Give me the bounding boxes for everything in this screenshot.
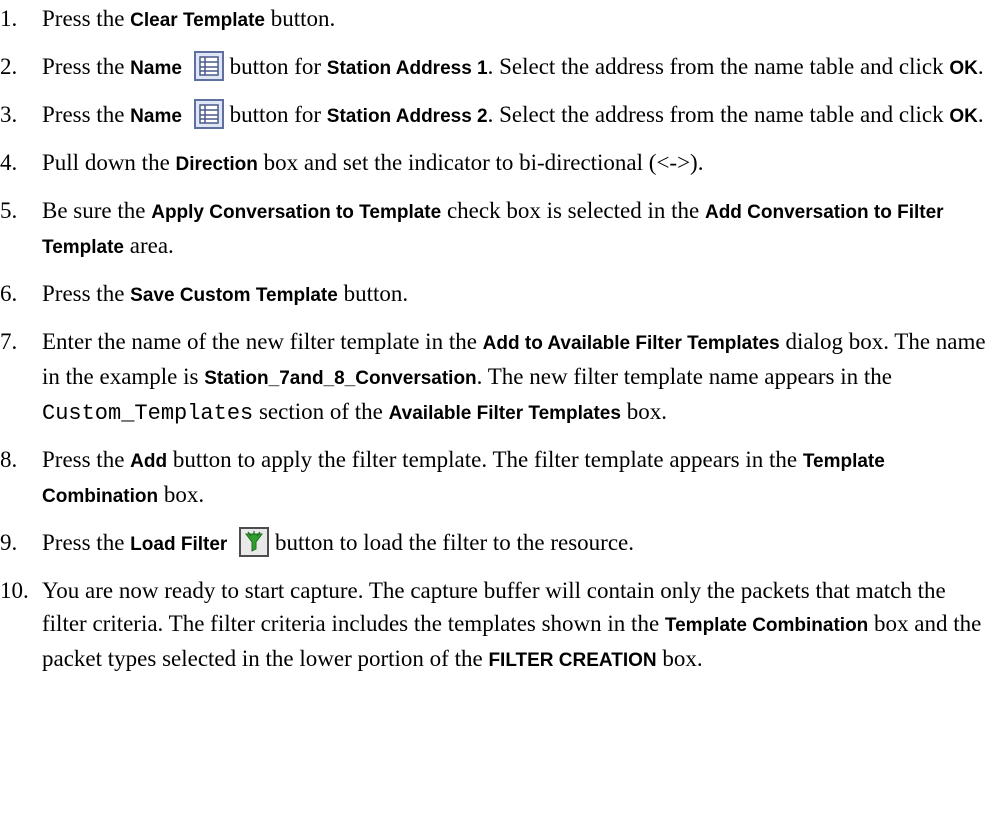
step-text: box and set the indicator to bi-directio… [257, 150, 704, 175]
ui-term-station-address-2: Station Address 2 [326, 106, 488, 127]
step-text: button for [229, 102, 327, 127]
ui-term-available-filter-templates: Available Filter Templates [388, 403, 621, 424]
step-text: section of the [253, 399, 389, 424]
step-text: button. [264, 6, 336, 31]
step-number: 10. [0, 578, 29, 603]
step-text: . Select the address from the name table… [487, 54, 950, 79]
code-custom-templates: Custom_Templates [42, 401, 254, 426]
ui-term-filter-creation: FILTER CREATION [488, 650, 657, 671]
ui-term-clear-template: Clear Template [130, 10, 265, 31]
ui-term-template-combination: Template Combination [664, 615, 869, 636]
step-text: box. [158, 482, 205, 507]
ui-term-name: Name [130, 58, 182, 79]
load-filter-funnel-icon [239, 527, 270, 557]
step-number: 2. [0, 54, 18, 79]
step-9: 9. Press the Load Filter button to load t… [0, 526, 996, 561]
ui-term-add: Add [130, 451, 168, 472]
step-text: Press the [42, 530, 131, 555]
step-text: . Select the address from the name table… [487, 102, 950, 127]
name-table-icon [193, 99, 224, 129]
step-text: . [977, 54, 984, 79]
step-text: box. [656, 646, 703, 671]
step-text: button to load the filter to the resourc… [275, 530, 634, 555]
step-text: button to apply the filter template. The… [167, 447, 803, 472]
step-number: 5. [0, 198, 18, 223]
step-text: Press the [42, 6, 131, 31]
ui-term-apply-conversation: Apply Conversation to Template [151, 202, 442, 223]
step-6: 6. Press the Save Custom Template button. [0, 277, 996, 312]
step-text: area. [124, 233, 174, 258]
step-number: 8. [0, 447, 18, 472]
step-10: 10. You are now ready to start capture. T… [0, 574, 996, 677]
step-text: check box is selected in the [441, 198, 705, 223]
step-number: 4. [0, 150, 18, 175]
step-text: Press the [42, 102, 131, 127]
step-1: 1. Press the Clear Template button. [0, 2, 996, 37]
step-4: 4. Pull down the Direction box and set th… [0, 146, 996, 181]
step-text: . [977, 102, 984, 127]
step-text: Press the [42, 54, 131, 79]
step-2: 2. Press the Name button for Station Addr… [0, 50, 996, 85]
ui-term-station-address-1: Station Address 1 [326, 58, 488, 79]
step-number: 6. [0, 281, 18, 306]
ui-term-ok: OK [949, 106, 978, 127]
ui-term-load-filter: Load Filter [130, 534, 228, 555]
step-number: 9. [0, 530, 18, 555]
ui-term-name: Name [130, 106, 182, 127]
instruction-steps-list: 1. Press the Clear Template button. 2. Pre… [0, 2, 996, 690]
ui-term-ok: OK [949, 58, 978, 79]
step-text: Pull down the [42, 150, 176, 175]
step-text: Press the [42, 447, 131, 472]
step-text: . The new filter template name appears i… [476, 364, 892, 389]
ui-term-save-custom-template: Save Custom Template [130, 285, 338, 306]
step-3: 3. Press the Name button for Station Addr… [0, 98, 996, 133]
step-text: Enter the name of the new filter templat… [42, 329, 483, 354]
step-text: Press the [42, 281, 131, 306]
step-text: button. [337, 281, 409, 306]
step-8: 8. Press the Add button to apply the filt… [0, 443, 996, 513]
step-text: box. [620, 399, 667, 424]
ui-term-example-name: Station_7and_8_Conversation [204, 368, 477, 389]
ui-term-direction: Direction [175, 154, 258, 175]
step-text: button for [229, 54, 327, 79]
step-number: 7. [0, 329, 18, 354]
name-table-icon [193, 51, 224, 81]
ui-term-add-to-available: Add to Available Filter Templates [482, 333, 780, 354]
document-page: 1. Press the Clear Template button. 2. Pre… [0, 0, 996, 836]
step-number: 1. [0, 6, 18, 31]
step-7: 7. Enter the name of the new filter templ… [0, 325, 996, 430]
step-5: 5. Be sure the Apply Conversation to Temp… [0, 194, 996, 264]
step-number: 3. [0, 102, 18, 127]
step-text: Be sure the [42, 198, 152, 223]
